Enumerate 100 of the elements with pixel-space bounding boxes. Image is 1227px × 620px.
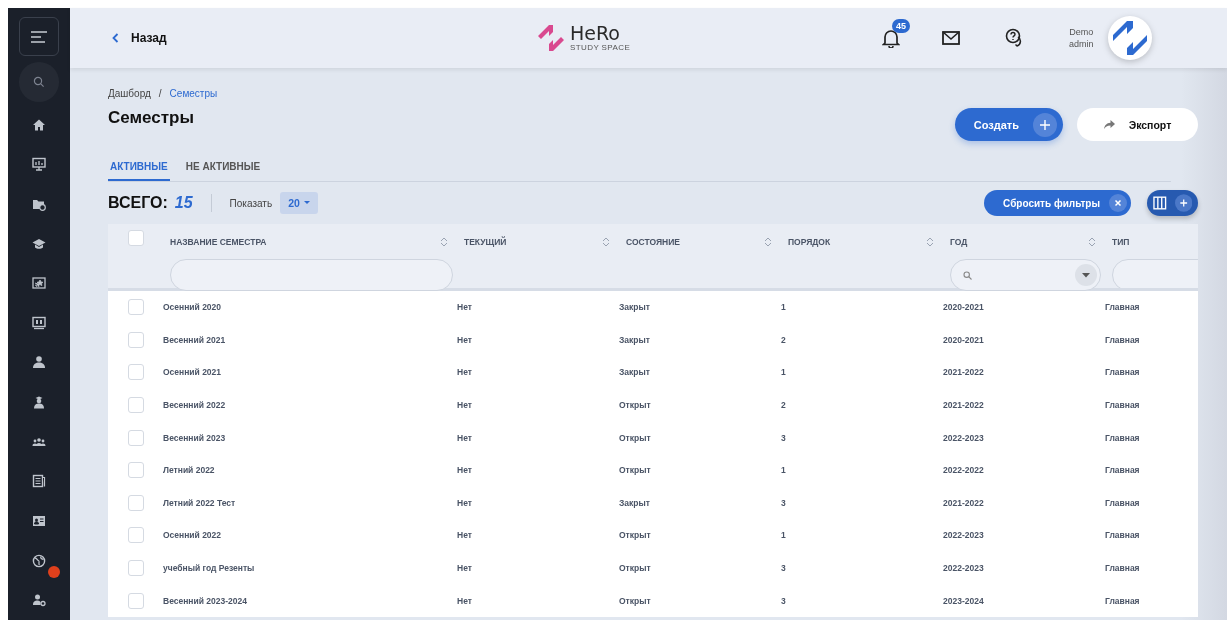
row-checkbox[interactable] — [127, 397, 144, 414]
back-link[interactable]: Назад — [112, 31, 536, 45]
row-checkbox[interactable] — [127, 527, 144, 544]
dropdown-button[interactable] — [1075, 264, 1097, 286]
table-cell: Весенний 2023 — [163, 432, 226, 443]
table-cell: Открыт — [619, 530, 651, 541]
menu-button[interactable] — [19, 17, 59, 57]
table-cell: Нет — [457, 302, 472, 313]
logo-icon — [536, 23, 566, 53]
filter-field[interactable] — [1112, 259, 1198, 288]
notifications-button[interactable] — [882, 28, 900, 48]
table-cell: 2020-2021 — [943, 334, 984, 345]
table-cell: Главная — [1105, 334, 1140, 345]
table-cell: 2 — [781, 400, 786, 411]
card-icon[interactable] — [32, 513, 46, 528]
table-cell: Закрыт — [619, 367, 650, 378]
table-cell: 3 — [781, 595, 786, 606]
row-checkbox[interactable] — [127, 462, 144, 479]
row-checkbox[interactable] — [127, 494, 144, 511]
table-cell: Главная — [1105, 367, 1140, 378]
cap-icon[interactable] — [32, 236, 46, 251]
total-count: 15 — [174, 194, 193, 212]
table-cell: Весенний 2022 — [163, 400, 226, 411]
table-cell: Открыт — [619, 595, 651, 606]
table-cell: 2022-2023 — [943, 530, 984, 541]
column-header[interactable]: СОСТОЯНИЕ — [626, 237, 680, 247]
table-cell: Летний 2022 — [163, 465, 215, 476]
row-checkbox[interactable] — [127, 429, 144, 446]
table-cell: 2 — [781, 334, 786, 345]
table-cell: 3 — [781, 432, 786, 443]
table-cell: Открыт — [619, 563, 651, 574]
table-cell: 1 — [781, 302, 786, 313]
column-header[interactable]: НАЗВАНИЕ СЕМЕСТРА — [170, 237, 267, 247]
breadcrumb-link[interactable]: Дашборд — [108, 88, 151, 99]
table-cell: учебный год Резенты — [163, 563, 255, 574]
table-cell: Весенний 2021 — [163, 334, 226, 345]
create-button[interactable]: Создать — [954, 108, 1063, 141]
columns-button[interactable] — [1147, 190, 1198, 216]
search-icon — [33, 76, 45, 89]
user-role: admin — [1069, 38, 1094, 50]
user-name: Demo — [1069, 26, 1094, 38]
globe-icon[interactable] — [32, 553, 46, 568]
share-icon — [1103, 120, 1115, 129]
table-cell: 1 — [781, 465, 786, 476]
table-cell: 2022-2023 — [943, 563, 984, 574]
row-checkbox[interactable] — [127, 364, 144, 381]
select-all-checkbox[interactable] — [127, 230, 144, 246]
cast-icon[interactable] — [32, 276, 46, 291]
person2-icon[interactable] — [32, 395, 46, 410]
column-header[interactable]: ТИП — [1112, 237, 1130, 247]
doc-icon[interactable] — [32, 474, 46, 489]
page-size-dropdown[interactable]: 20 — [280, 192, 318, 214]
column-header[interactable]: ГОД — [950, 237, 968, 247]
logo-name: HeRo — [570, 24, 621, 43]
show-label: Показать — [229, 197, 273, 209]
tab[interactable]: НЕ АКТИВНЫЕ — [183, 158, 263, 181]
caret-icon — [303, 201, 310, 205]
column-header[interactable]: ПОРЯДОК — [788, 237, 831, 247]
table-cell: Главная — [1105, 302, 1140, 313]
board-icon[interactable] — [32, 315, 46, 330]
table-cell: Нет — [457, 530, 472, 541]
back-icon — [112, 33, 119, 43]
table-cell: Нет — [457, 465, 472, 476]
table-cell: Нет — [457, 334, 472, 345]
total-label: ВСЕГО: — [108, 194, 168, 212]
table-cell: 1 — [781, 530, 786, 541]
table-cell: Осенний 2022 — [163, 530, 222, 541]
table-cell: Открыт — [619, 465, 651, 476]
table-cell: 2020-2021 — [943, 302, 984, 313]
tab[interactable]: АКТИВНЫЕ — [108, 158, 170, 181]
row-checkbox[interactable] — [127, 331, 144, 348]
plus-icon — [1033, 112, 1057, 137]
avatar-icon[interactable] — [1107, 16, 1152, 60]
table-cell: 2022-2022 — [943, 465, 984, 476]
table-cell: 2021-2022 — [943, 367, 984, 378]
breadcrumb-separator: / — [158, 88, 162, 99]
person-icon[interactable] — [32, 355, 46, 370]
mail-icon[interactable] — [942, 31, 960, 45]
row-checkbox[interactable] — [127, 560, 144, 577]
table-cell: Главная — [1105, 563, 1140, 574]
monitor-icon[interactable] — [32, 157, 46, 172]
row-checkbox[interactable] — [127, 592, 144, 609]
row-checkbox[interactable] — [127, 299, 144, 316]
breadcrumb-link[interactable]: Семестры — [169, 88, 218, 99]
table-cell: 2023-2024 — [943, 595, 984, 606]
notification-count: 45 — [892, 19, 910, 33]
plus-icon — [1174, 194, 1192, 212]
table-cell: Открыт — [619, 400, 651, 411]
table-cell: Летний 2022 Тест — [163, 497, 236, 508]
table-cell: Осенний 2020 — [163, 302, 222, 313]
reset-filters-button[interactable]: Сбросить фильтры — [984, 190, 1131, 216]
table-cell: 3 — [781, 563, 786, 574]
home-icon[interactable] — [32, 117, 46, 132]
table-cell: Нет — [457, 497, 472, 508]
usergear-icon[interactable] — [32, 593, 46, 608]
table-cell: 2022-2023 — [943, 432, 984, 443]
column-header[interactable]: ТЕКУЩИЙ — [464, 237, 507, 247]
filter-field[interactable] — [170, 259, 453, 291]
export-button[interactable]: Экспорт — [1077, 108, 1198, 141]
table-cell: Главная — [1105, 400, 1140, 411]
